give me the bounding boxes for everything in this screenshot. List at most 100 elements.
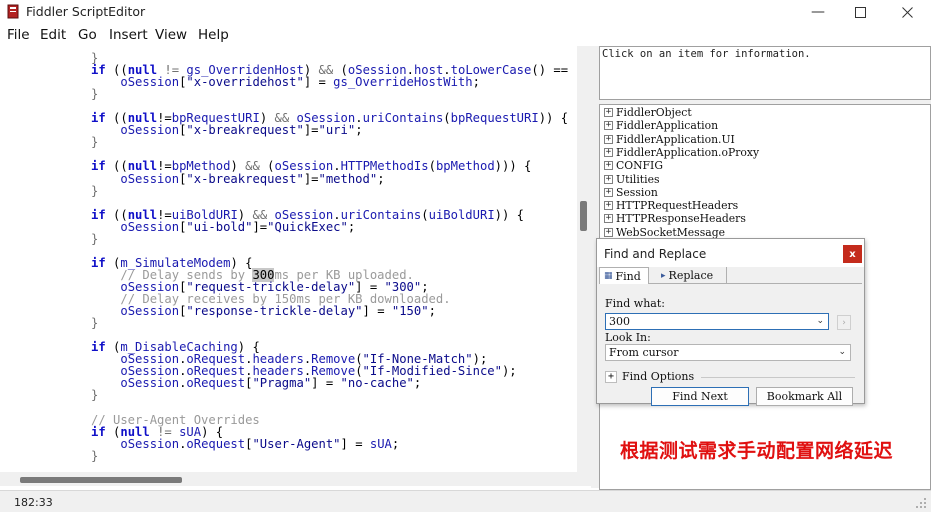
find-replace-dialog: Find and Replace x ▦ Find ▸ Replace Find… <box>596 238 865 406</box>
maximize-icon[interactable] <box>837 0 883 24</box>
tree-item-label: FiddlerApplication.UI <box>616 132 735 146</box>
vertical-scrollbar[interactable] <box>577 46 591 472</box>
expand-icon[interactable]: + <box>604 227 613 237</box>
dialog-title-bar[interactable]: Find and Replace x <box>597 239 864 267</box>
expand-icon[interactable]: + <box>604 187 613 197</box>
code-token: )) { <box>538 111 569 126</box>
expand-icon[interactable]: + <box>604 201 613 211</box>
horizontal-scroll-thumb[interactable] <box>20 477 182 483</box>
code-line[interactable]: } <box>91 136 98 148</box>
code-token: } <box>91 231 99 246</box>
tree-item[interactable]: + HTTPRequestHeaders <box>604 199 738 212</box>
code-token: ]= <box>303 171 319 186</box>
code-line[interactable]: } <box>91 389 98 401</box>
code-token: ] = <box>340 436 370 451</box>
look-in-label: Look In: <box>605 331 651 344</box>
tab-find-label: Find <box>615 269 641 283</box>
cursor-position: 182:33 <box>14 496 53 509</box>
tree-item[interactable]: + Session <box>604 186 658 199</box>
bookmark-all-button[interactable]: Bookmark All <box>756 387 853 406</box>
tree-item[interactable]: + HTTPResponseHeaders <box>604 212 746 225</box>
find-next-button[interactable]: Find Next <box>651 387 749 406</box>
code-line[interactable]: oSession.oRequest["User-Agent"] = sUA; <box>91 436 399 451</box>
look-in-value: From cursor <box>609 346 679 359</box>
code-token: } <box>91 448 99 463</box>
code-token: "method" <box>318 171 378 186</box>
tree-item[interactable]: + FiddlerApplication.UI <box>604 133 735 146</box>
vertical-scroll-thumb[interactable] <box>580 201 587 231</box>
code-token: uiBoldURI <box>428 207 495 222</box>
code-token: uriContains <box>362 111 444 126</box>
code-token: "x-overridehost" <box>186 75 304 90</box>
code-line[interactable]: } <box>91 184 98 196</box>
tree-item[interactable]: + WebSocketMessage <box>604 226 725 239</box>
code-token: "uri" <box>318 123 356 138</box>
expand-icon[interactable]: + <box>604 121 613 131</box>
code-line[interactable]: } <box>91 450 98 462</box>
code-line[interactable]: oSession["x-breakrequest"]="method"; <box>91 171 385 186</box>
code-token: ] = <box>303 75 334 90</box>
code-token: } <box>91 87 99 102</box>
tab-replace-label: Replace <box>668 269 714 282</box>
code-token: ); <box>501 364 517 379</box>
code-token: "150" <box>391 304 429 319</box>
code-token: ( <box>428 159 436 174</box>
menu-bar: File Edit Go Insert View Help <box>0 24 931 46</box>
code-token: ))) { <box>494 159 532 174</box>
menu-edit[interactable]: Edit <box>40 27 66 43</box>
code-line[interactable]: oSession["ui-bold"]="QuickExec"; <box>91 221 355 233</box>
code-token: sUA <box>369 436 392 451</box>
chevron-down-icon[interactable]: ⌄ <box>838 345 846 360</box>
dialog-close-button[interactable]: x <box>843 245 862 263</box>
look-in-select[interactable]: From cursor ⌄ <box>605 344 851 361</box>
find-arrow-icon[interactable]: › <box>837 315 851 330</box>
expand-icon[interactable]: + <box>605 370 617 383</box>
code-token: ; <box>472 75 480 90</box>
code-token: "User-Agent" <box>252 436 341 451</box>
code-line[interactable]: oSession["x-overridehost"] = gs_Override… <box>91 76 480 88</box>
tree-item[interactable]: + FiddlerApplication <box>604 119 718 132</box>
minimize-icon[interactable]: — <box>795 0 841 24</box>
info-text: Click on an item for information. <box>602 48 811 60</box>
menu-file[interactable]: File <box>7 27 30 43</box>
code-token: "Pragma" <box>252 376 312 391</box>
code-token: gs_OverrideHostWith <box>333 75 473 90</box>
code-line[interactable]: } <box>91 88 98 100</box>
code-token: oSession <box>120 219 180 234</box>
find-options-toggle[interactable]: + Find Options <box>605 370 694 383</box>
tree-item-label: Session <box>616 185 658 199</box>
tree-item[interactable]: + FiddlerObject <box>604 106 692 119</box>
menu-go[interactable]: Go <box>78 27 97 43</box>
tab-replace[interactable]: ▸ Replace <box>657 267 727 284</box>
code-line[interactable]: oSession.oRequest["Pragma"] = "no-cache"… <box>91 377 421 389</box>
tab-find[interactable]: ▦ Find <box>599 267 649 284</box>
expand-icon[interactable]: + <box>604 174 613 184</box>
close-icon[interactable] <box>884 0 930 24</box>
code-editor[interactable]: } if ((null != gs_OverridenHost) && (oSes… <box>0 46 577 472</box>
code-token: ; <box>377 171 385 186</box>
menu-insert[interactable]: Insert <box>109 27 148 43</box>
code-line[interactable]: oSession["x-breakrequest"]="uri"; <box>91 123 362 138</box>
find-what-label: Find what: <box>605 297 665 310</box>
tree-item-label: WebSocketMessage <box>616 225 725 239</box>
expand-icon[interactable]: + <box>604 161 613 171</box>
menu-help[interactable]: Help <box>198 27 229 43</box>
expand-icon[interactable]: + <box>604 108 613 117</box>
resize-grip-icon[interactable] <box>915 497 927 509</box>
expand-icon[interactable]: + <box>604 147 613 157</box>
tree-item-label: FiddlerApplication.oProxy <box>616 145 760 159</box>
code-token: ( <box>443 111 451 126</box>
tree-item[interactable]: + Utilities <box>604 173 660 186</box>
menu-view[interactable]: View <box>155 27 187 43</box>
tree-item[interactable]: + CONFIG <box>604 159 663 172</box>
find-what-input[interactable]: 300 ⌄ <box>605 313 829 330</box>
expand-icon[interactable]: + <box>604 214 613 224</box>
code-token: oRequest <box>186 436 246 451</box>
tree-item[interactable]: + FiddlerApplication.oProxy <box>604 146 759 159</box>
code-line[interactable]: } <box>91 233 98 245</box>
expand-icon[interactable]: + <box>604 134 613 144</box>
code-token: ]= <box>303 123 319 138</box>
code-line[interactable]: oSession["response-trickle-delay"] = "15… <box>91 305 436 317</box>
code-line[interactable]: } <box>91 317 98 329</box>
chevron-down-icon[interactable]: ⌄ <box>816 314 824 329</box>
